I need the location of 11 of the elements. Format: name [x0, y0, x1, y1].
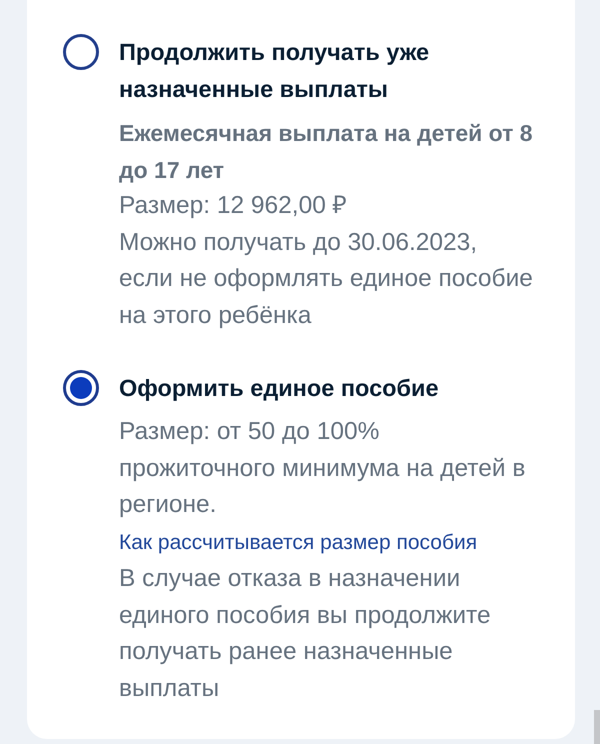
detail-text: Размер: 12 962,00 ₽: [119, 191, 348, 221]
calculation-link[interactable]: Как рассчитывается размер пособия: [119, 530, 478, 554]
detail-text: Можно получать до 30.06.2023, если не оформлять единое пособие на этого ребёнка: [119, 228, 534, 330]
radio-button[interactable]: [63, 34, 99, 70]
option-title: Продолжить получать уже назначенные выплаты: [119, 38, 430, 104]
detail-text: В случае отказа в назначении единого пособия вы продолжите получать ранее назначенные выплаты: [119, 564, 492, 704]
scrollbar[interactable]: [594, 710, 600, 744]
radio-button[interactable]: [63, 370, 99, 406]
option-title: Оформить единое пособие: [119, 374, 440, 403]
detail-text: Размер: от 50 до 100% прожиточного минимума на детей в регионе. Как рассчитывается размер пособия: [119, 417, 526, 556]
payment-subtitle: Ежемесячная выплата на детей от 8 до 17 лет: [119, 119, 534, 185]
